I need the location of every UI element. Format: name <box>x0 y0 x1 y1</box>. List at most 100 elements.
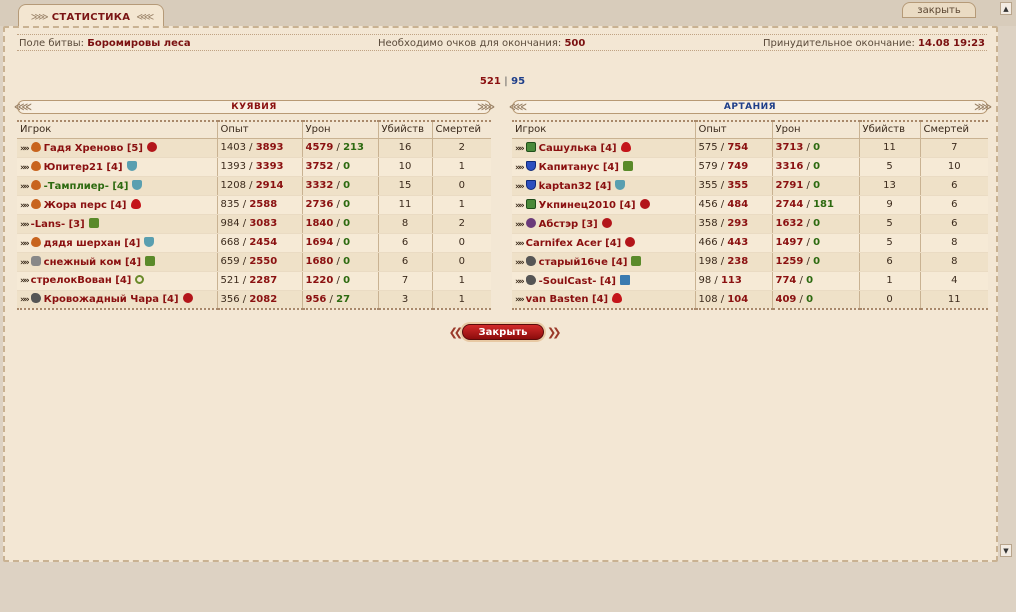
player-cell[interactable]: »» -SoulCast- [4] <box>512 271 696 291</box>
deaths-cell: 2 <box>432 214 491 234</box>
player-name[interactable]: Сашулька [4] <box>539 143 617 154</box>
exp-total: 2588 <box>249 199 278 210</box>
player-name[interactable]: -Lans- [3] <box>31 219 85 230</box>
double-arrow-icon[interactable]: »» <box>515 201 525 211</box>
player-cell[interactable]: »» Гадя Хреново [5] <box>17 138 218 158</box>
player-name[interactable]: снежный ком [4] <box>44 257 141 268</box>
table-row: »» Капитанус [4] 579 / 749 3316 / 0 5 10 <box>512 157 988 177</box>
player-name[interactable]: Кровожадный Чара [4] <box>44 294 179 305</box>
player-name[interactable]: Укпинец2010 [4] <box>539 200 636 211</box>
stats-table-artania: Игрок Опыт Урон Убийств Смертей »» Сашулька [… <box>512 120 988 310</box>
damage-extra: 0 <box>343 161 351 172</box>
player-cell[interactable]: »» Юпитер21 [4] <box>17 157 218 177</box>
player-name[interactable]: Carnifex Acer [4] <box>526 238 622 249</box>
exp-value: 668 <box>220 237 240 248</box>
double-arrow-icon[interactable]: »» <box>515 295 525 305</box>
team-header-artania: ≪≪ АРТАНИЯ ≫≫ <box>509 100 992 114</box>
player-name[interactable]: kaptan32 [4] <box>539 181 612 192</box>
exp-value: 198 <box>698 256 718 267</box>
damage-extra: 0 <box>813 256 821 267</box>
player-name[interactable]: Жора перс [4] <box>44 200 127 211</box>
double-arrow-icon[interactable]: »» <box>20 239 30 249</box>
damage-dealt: 1220 <box>305 275 334 286</box>
scroll-up-icon[interactable]: ▲ <box>1000 2 1012 15</box>
skull-icon <box>639 198 650 209</box>
blue-shield-icon <box>525 179 536 190</box>
player-cell[interactable]: »» старый16че [4] <box>512 252 696 272</box>
deaths-cell: 1 <box>432 195 491 215</box>
close-top-button[interactable]: закрыть <box>902 2 976 18</box>
damage-dealt: 1259 <box>775 256 804 267</box>
exp-value: 98 <box>698 275 712 286</box>
player-name[interactable]: -Тамплиер- [4] <box>44 181 129 192</box>
player-cell[interactable]: »» Укпинец2010 [4] <box>512 195 696 215</box>
exp-value: 659 <box>220 256 240 267</box>
damage-dealt: 2744 <box>775 199 804 210</box>
player-cell[interactable]: »» Carnifex Acer [4] <box>512 233 696 253</box>
player-name[interactable]: van Basten [4] <box>526 294 608 305</box>
player-cell[interactable]: »» Кровожадный Чара [4] <box>17 290 218 310</box>
double-arrow-icon[interactable]: »» <box>515 144 525 154</box>
double-arrow-icon[interactable]: »» <box>20 201 30 211</box>
kills-cell: 10 <box>378 157 433 177</box>
kills-cell: 5 <box>859 233 921 253</box>
exp-cell: 198 / 238 <box>695 252 773 272</box>
player-cell[interactable]: »» снежный ком [4] <box>17 252 218 272</box>
player-cell[interactable]: »» Абстэр [3] <box>512 214 696 234</box>
double-arrow-icon[interactable]: »» <box>515 239 525 249</box>
player-name[interactable]: Абстэр [3] <box>539 219 598 230</box>
player-cell[interactable]: »» Жора перс [4] <box>17 195 218 215</box>
lion-icon <box>525 255 536 266</box>
drop-icon <box>30 179 41 190</box>
player-name[interactable]: старый16че [4] <box>539 257 628 268</box>
player-name[interactable]: Юпитер21 [4] <box>44 162 123 173</box>
points-label: Необходимо очков для окончания: <box>378 38 562 49</box>
double-arrow-icon[interactable]: »» <box>515 220 525 230</box>
player-cell[interactable]: »» Сашулька [4] <box>512 138 696 158</box>
player-name[interactable]: дядя шерхан [4] <box>44 238 141 249</box>
kills-cell: 11 <box>378 195 433 215</box>
deaths-cell: 6 <box>920 195 988 215</box>
double-arrow-icon[interactable]: »» <box>515 277 525 287</box>
double-arrow-icon[interactable]: »» <box>515 163 525 173</box>
exp-value: 108 <box>698 293 718 305</box>
column-header: Смертей <box>432 120 491 139</box>
column-header: Игрок <box>512 120 696 139</box>
damage-cell: 1220 / 0 <box>302 271 379 291</box>
player-cell[interactable]: »» стрелокВован [4] <box>17 271 218 291</box>
table-row: »» старый16че [4] 198 / 238 1259 / 068 <box>512 252 988 272</box>
double-arrow-icon[interactable]: »» <box>20 182 30 192</box>
table-row: »» kaptan32 [4] 355 / 355 2791 / 0 13 6 <box>512 176 988 196</box>
close-button[interactable]: Закрыть <box>462 324 544 340</box>
player-cell[interactable]: »» -Lans- [3] <box>17 214 218 234</box>
double-arrow-icon[interactable]: »» <box>20 144 30 154</box>
double-arrow-icon[interactable]: »» <box>20 163 30 173</box>
shield-icon <box>144 236 155 247</box>
player-name[interactable]: Гадя Хреново [5] <box>44 143 143 154</box>
ornament-right-icon: ≪≪ <box>136 12 154 23</box>
double-arrow-icon[interactable]: »» <box>515 258 525 268</box>
double-arrow-icon[interactable]: »» <box>20 276 30 286</box>
deaths-cell: 6 <box>920 176 988 196</box>
player-cell[interactable]: »» van Basten [4] <box>512 290 696 310</box>
player-name[interactable]: -SoulCast- [4] <box>539 276 616 287</box>
scroll-down-icon[interactable]: ▼ <box>1000 544 1012 557</box>
damage-cell: 1694 / 0 <box>302 233 379 253</box>
player-cell[interactable]: »» дядя шерхан [4] <box>17 233 218 253</box>
deaths-cell: 8 <box>920 233 988 253</box>
player-cell[interactable]: »» -Тамплиер- [4] <box>17 176 218 196</box>
double-arrow-icon[interactable]: »» <box>20 220 30 230</box>
player-cell[interactable]: »» Капитанус [4] <box>512 157 696 177</box>
double-arrow-icon[interactable]: »» <box>20 258 30 268</box>
table-row: »» Юпитер21 [4] 1393 / 3393 3752 / 0 10 1 <box>17 157 491 177</box>
table-row: »» Абстэр [3] 358 / 293 1632 / 056 <box>512 214 988 234</box>
double-arrow-icon[interactable]: »» <box>20 295 30 305</box>
player-name[interactable]: стрелокВован [4] <box>31 275 132 286</box>
double-arrow-icon[interactable]: »» <box>515 182 525 192</box>
player-cell[interactable]: »» kaptan32 [4] <box>512 176 696 196</box>
blue-shield-icon <box>525 160 536 171</box>
player-name[interactable]: Капитанус [4] <box>539 162 619 173</box>
forced-end-info: Принудительное окончание: 14.08 19:23 <box>763 38 985 49</box>
exp-cell: 98 / 113 <box>695 271 773 291</box>
exp-value: 355 <box>698 180 718 191</box>
